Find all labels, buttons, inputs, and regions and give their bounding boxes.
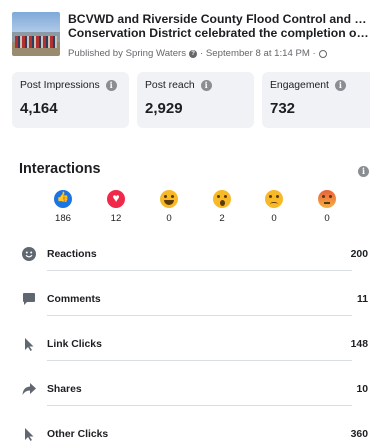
reaction-count: 0 (324, 213, 330, 224)
row-label: Reactions (47, 249, 97, 260)
post-date: · September 8 at 1:14 PM · (200, 48, 316, 59)
row-value: 200 (350, 249, 368, 260)
row-link-clicks: Link Clicks 148 (19, 332, 370, 372)
metric-card-impressions: Post Impressions i 4,164 (12, 72, 129, 128)
post-title[interactable]: BCVWD and Riverside County Flood Control… (68, 12, 370, 40)
row-shares: Shares 10 (19, 377, 370, 417)
published-by: Published by Spring Waters (68, 48, 187, 59)
divider (47, 360, 352, 361)
globe-icon (318, 49, 327, 58)
post-title-line-2: Conservation District celebrated the com… (68, 26, 370, 40)
like-icon (54, 190, 72, 208)
info-icon[interactable]: ? (189, 49, 198, 58)
cursor-icon (25, 428, 34, 441)
reaction-like: 186 (48, 190, 78, 224)
row-value: 360 (350, 429, 368, 440)
reaction-count: 0 (166, 213, 172, 224)
comment-icon (23, 293, 35, 305)
reaction-count: 12 (110, 213, 122, 224)
sad-icon (265, 190, 283, 208)
row-value: 11 (357, 294, 368, 305)
reaction-count: 186 (54, 213, 71, 224)
love-icon (107, 190, 125, 208)
reaction-wow: 2 (207, 190, 237, 224)
row-label: Other Clicks (47, 429, 109, 440)
reaction-love: 12 (101, 190, 131, 224)
metric-value: 732 (270, 100, 296, 117)
share-icon (22, 383, 36, 395)
post-title-line-1: BCVWD and Riverside County Flood Control… (68, 12, 370, 26)
info-icon[interactable]: i (334, 80, 346, 91)
smiley-icon (22, 247, 36, 261)
reaction-count: 2 (219, 213, 225, 224)
row-reactions: Reactions 200 (19, 242, 370, 282)
row-label: Comments (47, 294, 101, 305)
reaction-haha: 0 (154, 190, 184, 224)
cursor-icon (25, 338, 34, 351)
post-meta: Published by Spring Waters ? · September… (68, 48, 327, 59)
metric-label: Post reach (145, 80, 195, 91)
angry-icon (318, 190, 336, 208)
reaction-angry: 0 (312, 190, 342, 224)
metric-label: Engagement (270, 80, 329, 91)
wow-icon (213, 190, 231, 208)
row-comments: Comments 11 (19, 287, 370, 327)
metric-value: 2,929 (145, 100, 183, 117)
row-value: 10 (356, 384, 368, 395)
haha-icon (160, 190, 178, 208)
metric-card-reach: Post reach i 2,929 (137, 72, 254, 128)
divider (47, 405, 352, 406)
info-icon[interactable]: i (358, 166, 369, 177)
row-label: Link Clicks (47, 339, 102, 350)
post-thumbnail[interactable] (12, 12, 60, 56)
metric-label: Post Impressions (20, 80, 100, 91)
reaction-count: 0 (271, 213, 277, 224)
divider (47, 315, 352, 316)
divider (47, 270, 352, 271)
info-icon[interactable]: i (105, 80, 117, 91)
interactions-title: Interactions (19, 161, 101, 177)
row-value: 148 (350, 339, 368, 350)
metric-card-engagement: Engagement i 732 (262, 72, 370, 128)
info-icon[interactable]: i (200, 80, 212, 91)
row-label: Shares (47, 384, 82, 395)
post-header: BCVWD and Riverside County Flood Control… (12, 10, 370, 60)
metric-value: 4,164 (20, 100, 58, 117)
row-other-clicks: Other Clicks 360 (19, 422, 370, 441)
reaction-sad: 0 (259, 190, 289, 224)
